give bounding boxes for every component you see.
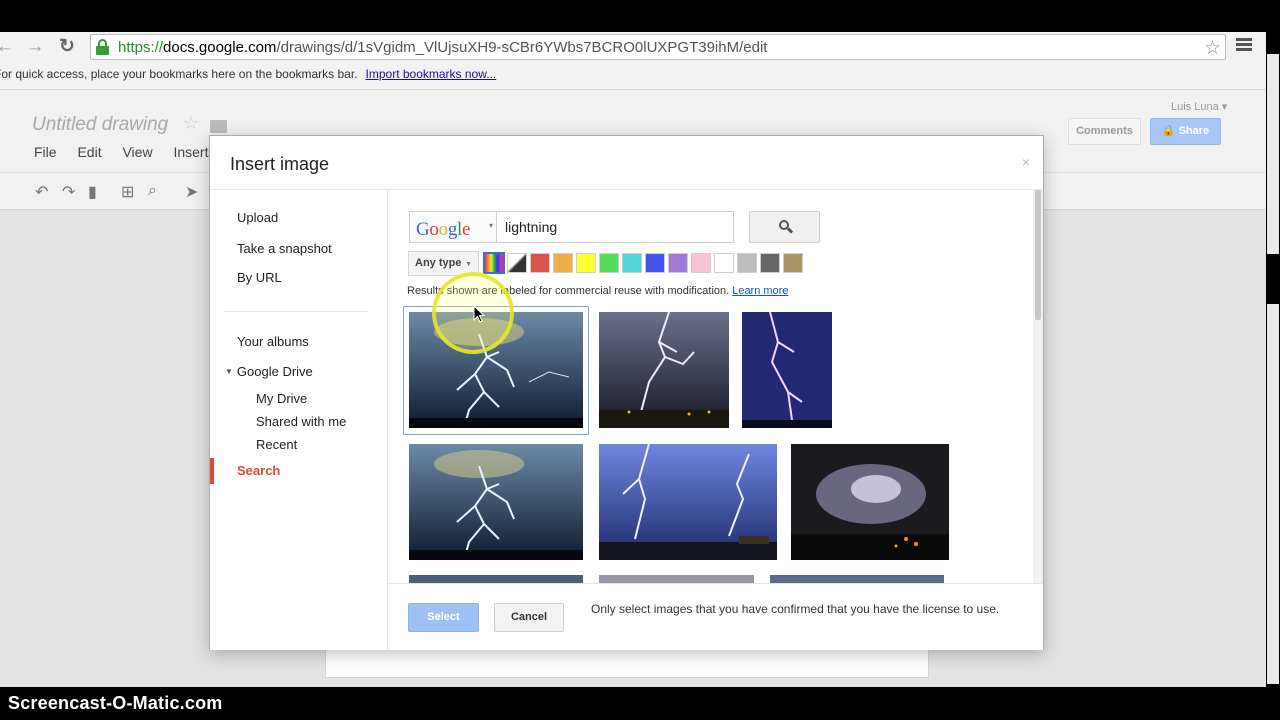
cancel-button[interactable]: Cancel — [494, 603, 564, 632]
import-bookmarks-link[interactable]: Import bookmarks now... — [366, 67, 497, 81]
menu-view[interactable]: View — [122, 144, 152, 160]
star-icon[interactable]: ☆ — [183, 113, 199, 134]
reload-icon[interactable]: ↻ — [56, 36, 78, 58]
color-swatch[interactable] — [530, 253, 550, 273]
menu-insert[interactable]: Insert — [173, 144, 208, 160]
redo-icon[interactable]: ↷ — [62, 182, 75, 202]
browser-scrollbar[interactable] — [1266, 32, 1280, 687]
sidebar-item-google-drive[interactable]: ▼ Google Drive — [225, 364, 313, 379]
select-button[interactable]: Select — [408, 603, 479, 632]
google-logo: Google — [416, 219, 471, 240]
color-swatch[interactable] — [783, 253, 803, 273]
menu-edit[interactable]: Edit — [77, 144, 101, 160]
search-provider-dropdown[interactable]: Google ▾ — [409, 211, 497, 243]
browser-menu-icon[interactable] — [1236, 38, 1252, 52]
results-scrollbar[interactable] — [1033, 190, 1043, 583]
color-swatch[interactable] — [714, 253, 734, 273]
sidebar-item-search[interactable]: Search — [237, 463, 280, 478]
result-thumbnail[interactable] — [770, 575, 944, 583]
result-thumbnail[interactable] — [409, 575, 583, 583]
color-swatch-full-color[interactable] — [483, 252, 505, 274]
undo-icon[interactable]: ↶ — [35, 182, 48, 202]
color-swatch[interactable] — [760, 253, 780, 273]
color-swatch[interactable] — [622, 253, 642, 273]
expand-triangle-icon[interactable]: ▼ — [225, 367, 233, 376]
sidebar-divider — [224, 311, 368, 312]
license-warning: Only select images that you have confirm… — [591, 602, 1000, 616]
comments-button[interactable]: Comments — [1068, 118, 1141, 145]
sidebar-item-shared[interactable]: Shared with me — [256, 414, 346, 429]
search-results-pane: Google ▾ lightning Any type ▼ Results sho… — [388, 190, 1043, 583]
chevron-down-icon: ▾ — [488, 221, 493, 230]
result-thumbnail[interactable] — [599, 312, 729, 428]
color-swatch[interactable] — [553, 253, 573, 273]
bookmarks-prompt: For quick access, place your bookmarks h… — [0, 67, 358, 81]
sidebar-item-my-drive[interactable]: My Drive — [256, 391, 307, 406]
color-swatch[interactable] — [576, 253, 596, 273]
sidebar-item-albums[interactable]: Your albums — [237, 334, 309, 349]
search-icon — [779, 220, 794, 234]
search-button[interactable] — [749, 211, 820, 243]
color-swatch-black-white[interactable] — [507, 253, 527, 273]
url-text: https://docs.google.com/drawings/d/1sVgi… — [118, 39, 768, 56]
dialog-footer: Select Cancel Only select images that yo… — [388, 583, 1043, 650]
sidebar-item-upload[interactable]: Upload — [237, 210, 278, 225]
active-indicator — [210, 458, 214, 484]
screencast-watermark: Screencast-O-Matic.com — [8, 693, 223, 713]
sidebar-item-by-url[interactable]: By URL — [237, 270, 282, 285]
zoom-icon[interactable]: ⌕ — [148, 182, 157, 200]
select-box-icon[interactable]: ⊞ — [121, 182, 134, 202]
result-thumbnail[interactable] — [599, 444, 777, 560]
select-arrow-icon[interactable]: ➤ — [185, 182, 198, 202]
user-name[interactable]: Luis Luna ▾ — [1171, 100, 1227, 113]
result-thumbnail[interactable] — [409, 444, 583, 560]
result-thumbnail[interactable] — [599, 575, 754, 583]
color-swatch[interactable] — [599, 253, 619, 273]
forward-arrow-icon[interactable]: → — [24, 36, 46, 58]
color-swatch[interactable] — [691, 253, 711, 273]
color-swatch[interactable] — [737, 253, 757, 273]
close-icon[interactable]: × — [1022, 154, 1030, 170]
folder-icon[interactable] — [210, 120, 227, 133]
document-title[interactable]: Untitled drawing — [32, 114, 168, 136]
result-thumbnail[interactable] — [791, 444, 949, 560]
bookmarks-bar: For quick access, place your bookmarks h… — [0, 67, 496, 81]
color-swatch[interactable] — [668, 253, 688, 273]
share-button[interactable]: 🔒 Share — [1150, 118, 1221, 145]
search-input[interactable]: lightning — [496, 211, 734, 243]
menu-file[interactable]: File — [34, 144, 57, 160]
learn-more-link[interactable]: Learn more — [732, 285, 788, 297]
lock-icon — [96, 39, 109, 55]
mouse-pointer-icon — [473, 304, 486, 328]
back-arrow-icon[interactable]: ← — [0, 36, 16, 58]
paint-format-icon[interactable]: ▮ — [88, 182, 97, 202]
sidebar-item-snapshot[interactable]: Take a snapshot — [237, 241, 332, 256]
bookmark-star-icon[interactable]: ☆ — [1204, 37, 1221, 60]
result-thumbnail[interactable] — [742, 312, 832, 428]
insert-image-dialog: Insert image × Upload Take a snapshot By… — [209, 135, 1044, 650]
video-letterbox-top — [0, 0, 1280, 32]
color-swatch[interactable] — [645, 253, 665, 273]
browser-toolbar: ← → ↻ https://docs.google.com/drawings/d… — [0, 32, 1266, 90]
address-bar[interactable]: https://docs.google.com/drawings/d/1sVgi… — [90, 34, 1226, 60]
dialog-sidebar: Upload Take a snapshot By URL Your album… — [210, 190, 387, 650]
dialog-title: Insert image — [230, 154, 330, 174]
sidebar-item-recent[interactable]: Recent — [256, 437, 297, 452]
